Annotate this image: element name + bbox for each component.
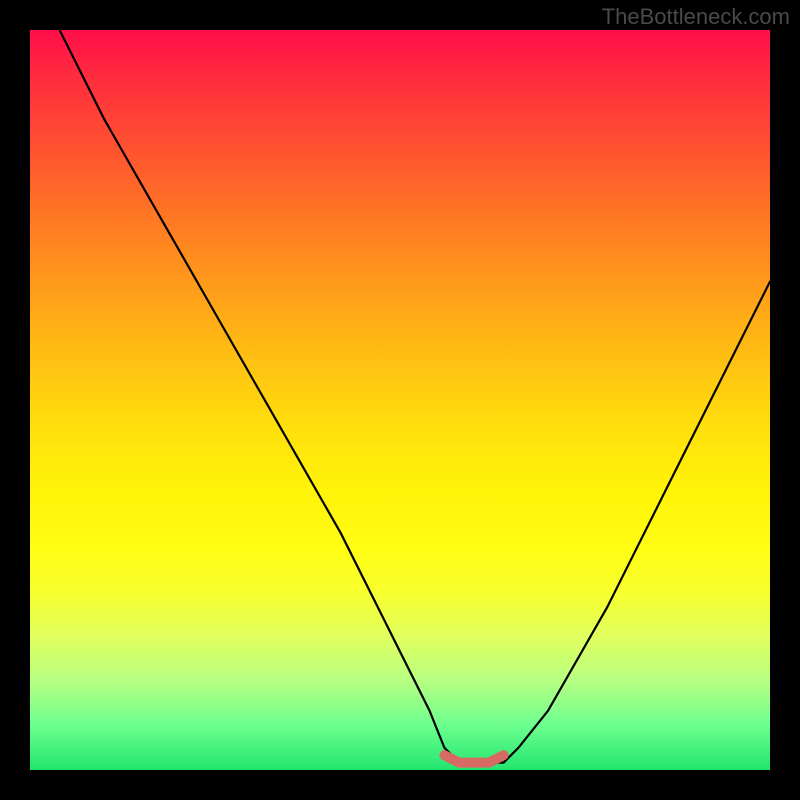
curve-layer (30, 30, 770, 770)
plot-gradient-area (30, 30, 770, 770)
bottleneck-curve-path (60, 30, 770, 763)
watermark-text: TheBottleneck.com (602, 4, 790, 30)
bottleneck-floor-path (444, 755, 503, 762)
chart-frame: TheBottleneck.com (0, 0, 800, 800)
